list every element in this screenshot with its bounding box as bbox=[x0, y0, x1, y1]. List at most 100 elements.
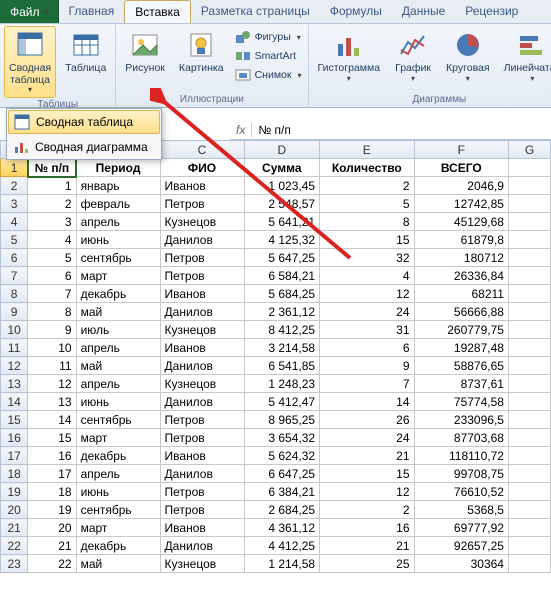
cell[interactable] bbox=[508, 159, 550, 177]
tab-page-layout[interactable]: Разметка страницы bbox=[191, 0, 320, 23]
cell[interactable]: 31 bbox=[320, 321, 414, 339]
cell[interactable]: 260779,75 bbox=[414, 321, 508, 339]
cell[interactable]: 4 bbox=[28, 231, 76, 249]
cell[interactable]: апрель bbox=[76, 375, 160, 393]
cell[interactable]: 5 412,47 bbox=[244, 393, 320, 411]
row-header[interactable]: 18 bbox=[1, 465, 28, 483]
cell[interactable]: 69777,92 bbox=[414, 519, 508, 537]
cell[interactable] bbox=[508, 357, 550, 375]
cell[interactable] bbox=[508, 177, 550, 195]
cell[interactable]: Иванов bbox=[160, 285, 244, 303]
cell[interactable]: 13 bbox=[28, 393, 76, 411]
cell[interactable]: 24 bbox=[320, 303, 414, 321]
cell[interactable]: 92657,25 bbox=[414, 537, 508, 555]
cell[interactable]: 32 bbox=[320, 249, 414, 267]
smartart-button[interactable]: SmartArt bbox=[233, 47, 304, 65]
cell[interactable] bbox=[508, 339, 550, 357]
cell[interactable]: декабрь bbox=[76, 537, 160, 555]
cell[interactable]: 99708,75 bbox=[414, 465, 508, 483]
cell[interactable]: 1 023,45 bbox=[244, 177, 320, 195]
cell[interactable]: 12 bbox=[320, 483, 414, 501]
cell[interactable]: 68211 bbox=[414, 285, 508, 303]
cell[interactable]: 7 bbox=[28, 285, 76, 303]
cell[interactable]: ВСЕГО bbox=[414, 159, 508, 177]
cell[interactable]: 6 584,21 bbox=[244, 267, 320, 285]
cell[interactable]: 2 684,25 bbox=[244, 501, 320, 519]
cell[interactable]: Иванов bbox=[160, 339, 244, 357]
cell[interactable]: декабрь bbox=[76, 285, 160, 303]
menu-pivot-chart[interactable]: Сводная диаграмма bbox=[7, 135, 161, 159]
cell[interactable]: Кузнецов bbox=[160, 375, 244, 393]
cell[interactable]: № п/п bbox=[28, 159, 76, 177]
spreadsheet-grid[interactable]: A B C D E F G 1№ п/пПериодФИОСуммаКоличе… bbox=[0, 140, 551, 608]
cell[interactable]: декабрь bbox=[76, 447, 160, 465]
cell[interactable]: 26 bbox=[320, 411, 414, 429]
cell[interactable]: 6 bbox=[28, 267, 76, 285]
cell[interactable]: март bbox=[76, 267, 160, 285]
cell[interactable]: апрель bbox=[76, 339, 160, 357]
row-header[interactable]: 7 bbox=[1, 267, 28, 285]
tab-file[interactable]: Файл▾ bbox=[0, 0, 59, 23]
cell[interactable]: апрель bbox=[76, 213, 160, 231]
cell[interactable]: 5 684,25 bbox=[244, 285, 320, 303]
cell[interactable]: 22 bbox=[28, 555, 76, 573]
cell[interactable]: 75774,58 bbox=[414, 393, 508, 411]
row-header[interactable]: 2 bbox=[1, 177, 28, 195]
cell[interactable]: 15 bbox=[320, 231, 414, 249]
cell[interactable]: Кузнецов bbox=[160, 213, 244, 231]
row-header[interactable]: 6 bbox=[1, 249, 28, 267]
cell[interactable]: 1 248,23 bbox=[244, 375, 320, 393]
cell[interactable] bbox=[508, 519, 550, 537]
cell[interactable]: 18 bbox=[28, 483, 76, 501]
row-header[interactable]: 11 bbox=[1, 339, 28, 357]
cell[interactable]: 4 412,25 bbox=[244, 537, 320, 555]
cell[interactable] bbox=[508, 267, 550, 285]
row-header[interactable]: 15 bbox=[1, 411, 28, 429]
cell[interactable]: июль bbox=[76, 321, 160, 339]
cell[interactable]: июнь bbox=[76, 231, 160, 249]
cell[interactable]: 5368,5 bbox=[414, 501, 508, 519]
cell[interactable]: 16 bbox=[28, 447, 76, 465]
cell[interactable] bbox=[508, 465, 550, 483]
cell[interactable] bbox=[508, 537, 550, 555]
cell[interactable]: март bbox=[76, 429, 160, 447]
tab-insert[interactable]: Вставка bbox=[124, 0, 191, 23]
cell[interactable]: Данилов bbox=[160, 393, 244, 411]
table-button[interactable]: Таблица bbox=[60, 26, 111, 78]
cell[interactable]: Петров bbox=[160, 411, 244, 429]
bar-chart-button[interactable]: Линейчатая▾ bbox=[499, 26, 551, 86]
cell[interactable]: Период bbox=[76, 159, 160, 177]
cell[interactable]: Иванов bbox=[160, 177, 244, 195]
cell[interactable]: 24 bbox=[320, 429, 414, 447]
cell[interactable]: 25 bbox=[320, 555, 414, 573]
cell[interactable]: Количество bbox=[320, 159, 414, 177]
cell[interactable] bbox=[508, 483, 550, 501]
cell[interactable]: 6 647,25 bbox=[244, 465, 320, 483]
cell[interactable]: Петров bbox=[160, 483, 244, 501]
cell[interactable]: Данилов bbox=[160, 303, 244, 321]
row-header[interactable]: 5 bbox=[1, 231, 28, 249]
cell[interactable]: 2 361,12 bbox=[244, 303, 320, 321]
cell[interactable] bbox=[508, 555, 550, 573]
cell[interactable]: 56666,88 bbox=[414, 303, 508, 321]
cell[interactable] bbox=[508, 321, 550, 339]
picture-button[interactable]: Рисунок bbox=[120, 26, 170, 78]
cell[interactable]: апрель bbox=[76, 465, 160, 483]
cell[interactable]: 2 bbox=[28, 195, 76, 213]
cell[interactable]: 3 bbox=[28, 213, 76, 231]
cell[interactable]: Данилов bbox=[160, 465, 244, 483]
row-header[interactable]: 21 bbox=[1, 519, 28, 537]
col-header-F[interactable]: F bbox=[414, 141, 508, 159]
cell[interactable]: 8 412,25 bbox=[244, 321, 320, 339]
tab-review[interactable]: Рецензир bbox=[455, 0, 528, 23]
cell[interactable]: 21 bbox=[28, 537, 76, 555]
cell[interactable] bbox=[508, 393, 550, 411]
cell[interactable]: 233096,5 bbox=[414, 411, 508, 429]
cell[interactable]: 16 bbox=[320, 519, 414, 537]
cell[interactable] bbox=[508, 429, 550, 447]
cell[interactable]: 8 bbox=[320, 213, 414, 231]
row-header[interactable]: 13 bbox=[1, 375, 28, 393]
cell[interactable]: Петров bbox=[160, 249, 244, 267]
row-header[interactable]: 4 bbox=[1, 213, 28, 231]
cell[interactable]: сентябрь bbox=[76, 411, 160, 429]
